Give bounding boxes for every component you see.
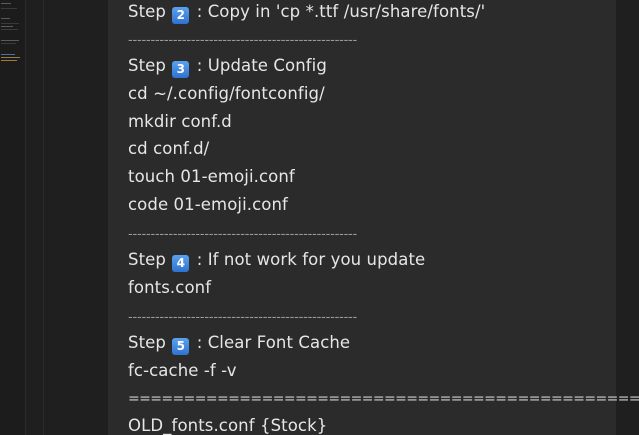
- separator-line: ----------------------------------------…: [128, 310, 358, 325]
- step-text: : Clear Font Cache: [196, 333, 351, 352]
- step-label: Step: [128, 56, 166, 75]
- minimap-line: [1, 18, 10, 19]
- minimap-line: [1, 43, 16, 44]
- step-text: : Update Config: [196, 56, 327, 75]
- minimap-line: [1, 26, 13, 27]
- minimap-line: [1, 60, 17, 61]
- separator-line-heavy: ========================================…: [128, 391, 639, 407]
- indent-guide: [43, 0, 44, 435]
- step-5-line: Step 5 : Clear Font Cache: [128, 332, 350, 355]
- command-line: code 01-emoji.conf: [128, 195, 288, 214]
- step-label: Step: [128, 333, 166, 352]
- editor-window: Step 2 : Copy in 'cp *.ttf /usr/share/fo…: [0, 0, 639, 435]
- minimap-line: [1, 3, 11, 4]
- minimap[interactable]: [0, 0, 26, 435]
- minimap-line: [1, 8, 17, 9]
- keycap-5-icon: 5: [172, 338, 190, 355]
- command-line: cd conf.d/: [128, 139, 210, 158]
- minimap-line: [1, 40, 19, 41]
- keycap-4-icon: 4: [172, 255, 190, 272]
- step-text: : If not work for you update: [196, 250, 426, 269]
- command-line: cd ~/.config/fontconfig/: [128, 84, 325, 103]
- minimap-line: [1, 23, 19, 24]
- command-line: touch 01-emoji.conf: [128, 167, 295, 186]
- step-4-line: Step 4 : If not work for you update: [128, 249, 425, 272]
- section-heading: OLD_fonts.conf {Stock}: [128, 416, 328, 435]
- keycap-2-icon: 2: [172, 7, 190, 24]
- keycap-3-icon: 3: [172, 61, 190, 78]
- separator-line: ----------------------------------------…: [128, 227, 358, 242]
- step-2-line: Step 2 : Copy in 'cp *.ttf /usr/share/fo…: [128, 1, 485, 24]
- command-line: fc-cache -f -v: [128, 361, 237, 380]
- step-text: : Copy in 'cp *.ttf /usr/share/fonts/': [196, 2, 486, 21]
- minimap-line: [1, 29, 18, 30]
- step-label: Step: [128, 250, 166, 269]
- command-line: mkdir conf.d: [128, 112, 232, 131]
- step-label: Step: [128, 2, 166, 21]
- separator-line: ----------------------------------------…: [128, 33, 358, 48]
- step-3-line: Step 3 : Update Config: [128, 55, 327, 78]
- command-line: fonts.conf: [128, 278, 212, 297]
- minimap-line: [1, 57, 20, 58]
- minimap-line: [1, 54, 15, 55]
